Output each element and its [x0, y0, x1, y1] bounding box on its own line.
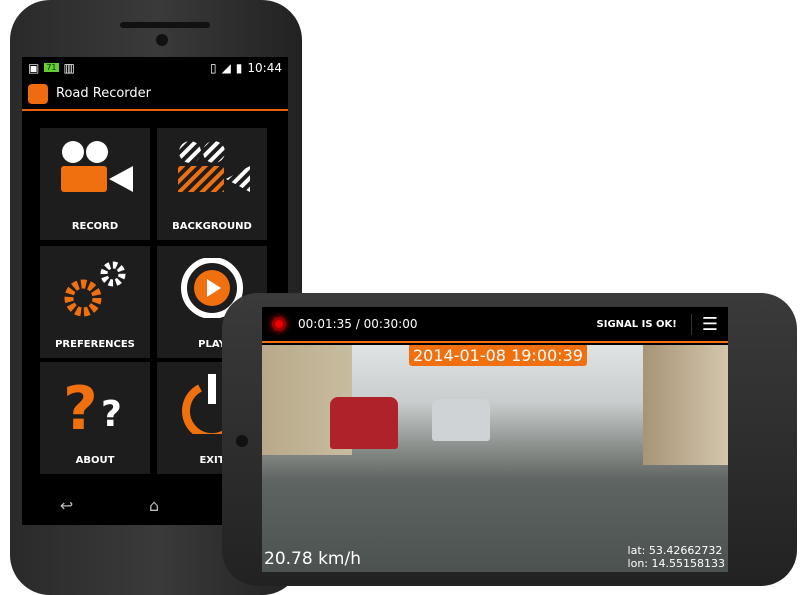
- silver-car: [432, 399, 490, 441]
- building: [643, 345, 728, 465]
- about-tile[interactable]: ?? ABOUT: [40, 362, 150, 474]
- tile-label: RECORD: [71, 221, 119, 232]
- speed-readout: 20.78 km/h: [264, 549, 361, 569]
- front-camera: [236, 435, 248, 447]
- clock: 10:44: [247, 60, 282, 75]
- signal-icon: ◢: [221, 60, 231, 75]
- longitude: lon: 14.55158133: [627, 557, 725, 570]
- camera-preview: 2014-01-08 19:00:39 20.78 km/h lat: 53.4…: [262, 345, 728, 572]
- latitude: lat: 53.42662732: [627, 544, 723, 557]
- battery-icon: ▮: [235, 60, 243, 75]
- tile-label: ABOUT: [75, 455, 115, 466]
- record-indicator-icon[interactable]: [272, 317, 286, 331]
- gps-coordinates: lat: 53.42662732 lon: 14.55158133: [628, 544, 725, 570]
- back-button[interactable]: ↩: [60, 496, 73, 515]
- rotate-icon: ▯: [209, 60, 217, 75]
- recording-bar: 00:01:35 / 00:30:00 SIGNAL IS OK! ☰: [262, 307, 728, 343]
- settings-sliders-icon[interactable]: ☰: [690, 313, 718, 335]
- red-car: [330, 397, 398, 449]
- app-logo-icon: [28, 83, 48, 104]
- video-camera-icon: [61, 141, 133, 192]
- signal-status: SIGNAL IS OK!: [596, 318, 677, 330]
- elapsed-time: 00:01:35 / 00:30:00: [298, 317, 418, 331]
- speaker-grille: [120, 22, 210, 28]
- app-title: Road Recorder: [56, 86, 152, 101]
- preferences-tile[interactable]: PREFERENCES: [40, 246, 150, 358]
- front-camera: [156, 34, 168, 46]
- svg-text:?: ?: [101, 394, 122, 434]
- question-marks-icon: ??: [63, 374, 122, 434]
- timestamp-overlay: 2014-01-08 19:00:39: [409, 345, 587, 366]
- status-bar: ▣ 71 ▥ ▯ ◢ ▮ 10:44: [22, 57, 288, 78]
- tile-label: BACKGROUND: [172, 221, 252, 232]
- gears-icon: [64, 261, 126, 317]
- barcode-icon: ▥: [63, 60, 75, 75]
- battery-badge: 71: [44, 63, 59, 72]
- tile-label: PREFERENCES: [55, 339, 135, 350]
- image-icon: ▣: [28, 60, 40, 75]
- record-tile[interactable]: RECORD: [40, 128, 150, 240]
- action-bar: Road Recorder: [22, 78, 288, 111]
- svg-text:?: ?: [63, 374, 98, 434]
- home-button[interactable]: ⌂: [149, 496, 159, 515]
- background-tile[interactable]: BACKGROUND: [157, 128, 267, 240]
- landscape-screen: 00:01:35 / 00:30:00 SIGNAL IS OK! ☰ 2014…: [262, 307, 728, 572]
- striped-camera-icon: [178, 141, 250, 192]
